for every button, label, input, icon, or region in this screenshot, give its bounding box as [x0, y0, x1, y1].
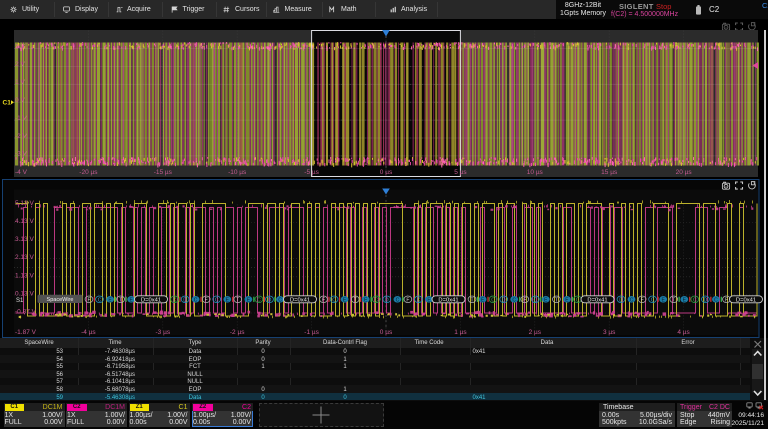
svg-text:D=0x41: D=0x41	[587, 297, 607, 303]
svg-text:C: C	[173, 297, 177, 303]
svg-text:10 µs: 10 µs	[527, 169, 544, 176]
svg-text:C: C	[491, 297, 495, 303]
svg-text:-3 µs: -3 µs	[156, 329, 171, 336]
svg-text:D: D	[268, 297, 272, 303]
svg-text:SpaceWire: SpaceWire	[47, 297, 74, 303]
svg-text:-20 µs: -20 µs	[79, 169, 98, 176]
svg-text:D=0x41: D=0x41	[736, 297, 756, 303]
svg-text:C: C	[533, 297, 537, 303]
svg-text:C: C	[417, 297, 421, 303]
svg-text:-15 µs: -15 µs	[154, 169, 173, 176]
svg-text:-2 V: -2 V	[15, 133, 28, 140]
svg-text:C: C	[194, 297, 198, 303]
svg-text:C: C	[374, 297, 378, 303]
svg-text:-10 µs: -10 µs	[228, 169, 247, 176]
svg-text:2 V: 2 V	[15, 61, 25, 68]
svg-text:3 V: 3 V	[15, 43, 25, 50]
svg-text:F: F	[641, 297, 644, 303]
svg-text:3.13 V: 3.13 V	[15, 236, 34, 243]
svg-text:5 µs: 5 µs	[454, 169, 467, 176]
svg-text:2 µs: 2 µs	[529, 329, 542, 336]
svg-text:-3 V: -3 V	[15, 151, 28, 158]
svg-text:D=0x41: D=0x41	[438, 297, 458, 303]
svg-text:-4 µs: -4 µs	[81, 329, 96, 336]
svg-text:F: F	[406, 297, 409, 303]
svg-text:F: F	[87, 297, 90, 303]
svg-text:C: C	[396, 297, 400, 303]
svg-text:3 µs: 3 µs	[603, 329, 616, 336]
svg-text:C: C	[215, 297, 219, 303]
svg-text:C: C	[651, 297, 655, 303]
svg-text:T: T	[470, 297, 473, 303]
svg-text:D: D	[704, 297, 708, 303]
svg-text:F: F	[725, 297, 728, 303]
svg-text:-1.87 V: -1.87 V	[15, 329, 37, 336]
svg-text:D=0x41: D=0x41	[290, 297, 310, 303]
svg-text:0 µs: 0 µs	[380, 169, 393, 176]
svg-text:S1: S1	[16, 298, 24, 304]
svg-text:T: T	[119, 297, 122, 303]
svg-text:D: D	[385, 297, 389, 303]
svg-text:0 µs: 0 µs	[380, 329, 393, 336]
svg-text:-0.87 V: -0.87 V	[15, 309, 37, 316]
svg-text:15 µs: 15 µs	[601, 169, 618, 176]
svg-text:C1: C1	[3, 100, 12, 107]
svg-text:C: C	[630, 297, 634, 303]
svg-text:20 µs: 20 µs	[676, 169, 693, 176]
svg-text:D=0x41: D=0x41	[141, 297, 161, 303]
svg-text:T: T	[236, 297, 239, 303]
svg-text:-1 V: -1 V	[15, 115, 28, 122]
svg-text:C: C	[714, 297, 718, 303]
svg-text:T: T	[672, 297, 675, 303]
svg-text:C: C	[332, 297, 336, 303]
svg-text:T: T	[354, 297, 357, 303]
svg-text:-5 µs: -5 µs	[304, 169, 319, 176]
svg-text:C: C	[98, 297, 102, 303]
svg-text:-1 µs: -1 µs	[304, 329, 319, 336]
svg-text:4 µs: 4 µs	[677, 329, 690, 336]
svg-text:-4 V: -4 V	[15, 169, 28, 176]
svg-text:5.13 V: 5.13 V	[15, 200, 34, 207]
svg-text:F: F	[205, 297, 208, 303]
svg-text:C: C	[257, 297, 261, 303]
svg-text:2.13 V: 2.13 V	[15, 254, 34, 261]
svg-text:4.13 V: 4.13 V	[15, 218, 34, 225]
svg-text:C: C	[278, 297, 282, 303]
svg-text:1 V: 1 V	[15, 79, 25, 86]
svg-text:0.13 V: 0.13 V	[15, 290, 34, 297]
svg-text:D: D	[502, 297, 506, 303]
svg-text:D: D	[183, 297, 187, 303]
svg-text:T: T	[555, 297, 558, 303]
svg-text:1.13 V: 1.13 V	[15, 272, 34, 279]
svg-text:D: D	[619, 297, 623, 303]
svg-text:F: F	[523, 297, 526, 303]
svg-text:F: F	[322, 297, 325, 303]
svg-text:C: C	[512, 297, 516, 303]
svg-text:0 V: 0 V	[15, 97, 25, 104]
svg-text:1 µs: 1 µs	[454, 329, 467, 336]
svg-text:C: C	[576, 297, 580, 303]
svg-text:-2 µs: -2 µs	[230, 329, 245, 336]
svg-text:C: C	[693, 297, 697, 303]
